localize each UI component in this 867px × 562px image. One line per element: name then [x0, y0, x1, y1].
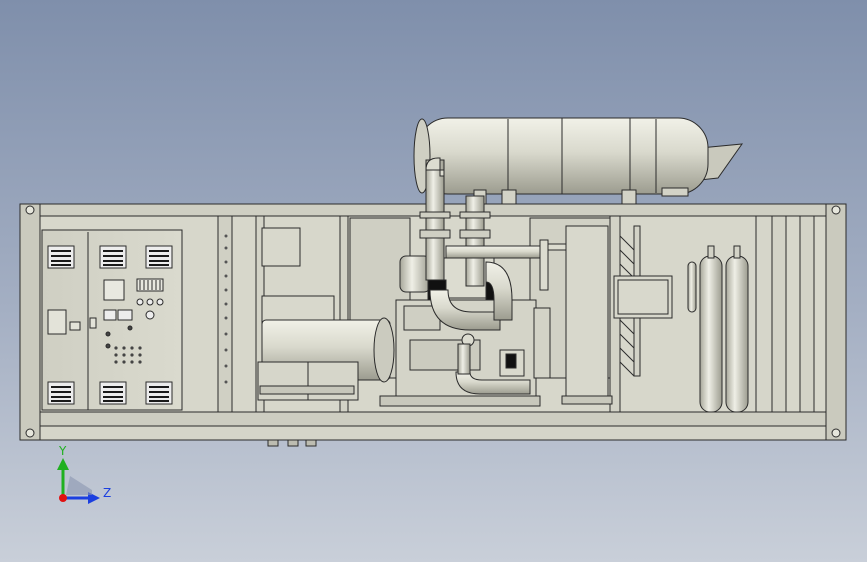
axis-label-z: Z	[103, 486, 111, 500]
base-fittings	[267, 439, 317, 447]
axis-label-y: Y	[58, 444, 67, 458]
cad-viewport[interactable]: Y Z	[0, 0, 867, 562]
control-cabinet	[41, 229, 183, 411]
container-genset-drawing: Y Z	[0, 0, 867, 562]
